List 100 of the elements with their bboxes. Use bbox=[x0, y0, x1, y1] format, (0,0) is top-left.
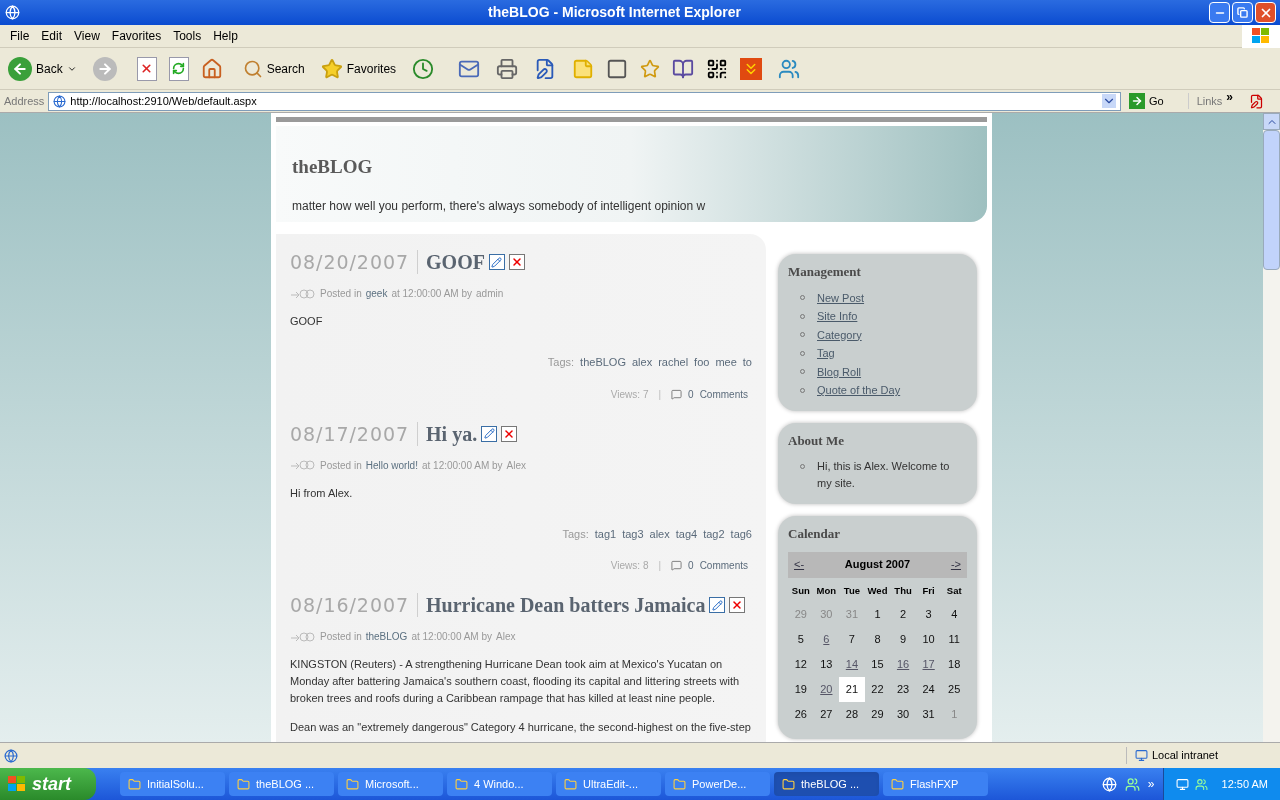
back-button[interactable]: Back bbox=[8, 56, 77, 81]
restore-button[interactable] bbox=[1232, 2, 1253, 23]
calendar-day[interactable]: 14 bbox=[839, 651, 865, 677]
post-title[interactable]: GOOF bbox=[426, 250, 485, 274]
address-field[interactable]: http://localhost:2910/Web/default.aspx bbox=[48, 91, 1121, 111]
previous-month-link[interactable]: <- bbox=[794, 556, 805, 573]
menu-item[interactable]: Tools bbox=[167, 27, 208, 45]
management-link[interactable]: Tag bbox=[817, 345, 835, 362]
download-icon[interactable] bbox=[740, 57, 763, 80]
management-link[interactable]: Category bbox=[817, 326, 862, 343]
post-tag[interactable]: foo bbox=[694, 354, 710, 371]
calendar-day: 30 bbox=[813, 601, 840, 627]
book-icon[interactable] bbox=[672, 57, 695, 80]
close-button[interactable] bbox=[1255, 2, 1276, 23]
minimize-button[interactable] bbox=[1209, 2, 1230, 23]
taskbar-button[interactable]: theBLOG ... bbox=[229, 772, 334, 796]
calendar-day: 22 bbox=[864, 676, 891, 702]
taskbar-button[interactable]: 4 Windo... bbox=[447, 772, 552, 796]
more-button[interactable]: » bbox=[1147, 775, 1155, 793]
calendar-day: 27 bbox=[813, 701, 840, 727]
menu-item[interactable]: Favorites bbox=[105, 27, 168, 45]
calendar-day[interactable]: 17 bbox=[915, 651, 942, 677]
edit-icon[interactable] bbox=[709, 597, 726, 613]
delete-icon[interactable] bbox=[729, 597, 746, 613]
stop-icon[interactable] bbox=[136, 56, 157, 81]
dropdown-icon[interactable] bbox=[1101, 94, 1116, 108]
printer-icon[interactable] bbox=[496, 57, 519, 80]
folder-icon bbox=[237, 777, 250, 791]
vertical-scrollbar[interactable] bbox=[1263, 113, 1280, 742]
users-icon[interactable] bbox=[778, 57, 801, 80]
delete-icon[interactable] bbox=[508, 254, 525, 270]
post-tag[interactable]: alex bbox=[649, 525, 670, 542]
post-time: at 12:00:00 AM by bbox=[391, 287, 472, 301]
ornament-icon bbox=[290, 630, 316, 643]
favorites-button[interactable]: Favorites bbox=[320, 57, 397, 80]
post-tag[interactable]: tag4 bbox=[675, 525, 698, 542]
scrollbar-thumb[interactable] bbox=[1263, 130, 1280, 270]
taskbar-button[interactable]: InitialSolu... bbox=[120, 772, 225, 796]
windows-logo-icon bbox=[1242, 24, 1280, 48]
post-tag[interactable]: rachel bbox=[658, 354, 689, 371]
calendar-day[interactable]: 16 bbox=[890, 651, 916, 677]
management-link[interactable]: New Post bbox=[817, 289, 865, 306]
post-tag[interactable]: alex bbox=[631, 354, 653, 371]
star-icon[interactable] bbox=[640, 58, 661, 79]
qr-code-icon[interactable] bbox=[706, 57, 729, 80]
menu-item[interactable]: Help bbox=[207, 27, 244, 45]
history-icon[interactable] bbox=[412, 57, 435, 80]
delete-icon[interactable] bbox=[501, 425, 518, 442]
ornament-icon bbox=[290, 287, 316, 300]
search-button[interactable]: Search bbox=[242, 58, 305, 79]
next-month-link[interactable]: -> bbox=[950, 556, 961, 573]
management-link[interactable]: Quote of the Day bbox=[817, 382, 901, 399]
post-category[interactable]: geek bbox=[365, 286, 388, 301]
post-category[interactable]: theBLOG bbox=[365, 629, 408, 644]
edit-icon[interactable] bbox=[488, 254, 505, 270]
square-icon[interactable] bbox=[606, 57, 629, 80]
weekday-label: Tue bbox=[842, 583, 861, 598]
page-icon bbox=[53, 94, 67, 108]
refresh-icon[interactable] bbox=[168, 56, 189, 81]
taskbar-button[interactable]: FlashFXP bbox=[883, 772, 988, 796]
calendar-day[interactable]: 20 bbox=[813, 676, 840, 702]
post-title[interactable]: Hi ya. bbox=[426, 421, 478, 446]
comments-link[interactable]: Comments bbox=[699, 386, 748, 402]
calendar-day: 29 bbox=[788, 601, 814, 627]
calendar-day: 19 bbox=[788, 676, 814, 702]
post-tag[interactable]: to bbox=[742, 354, 752, 371]
taskbar-button[interactable]: theBLOG ... bbox=[774, 772, 879, 796]
go-button[interactable]: Go bbox=[1124, 92, 1168, 110]
calendar-day: 28 bbox=[839, 701, 865, 727]
menu-item[interactable]: Edit bbox=[35, 27, 69, 45]
post-tag[interactable]: tag2 bbox=[703, 525, 725, 542]
calendar-day: 30 bbox=[890, 701, 916, 727]
menu-item[interactable]: File bbox=[4, 27, 36, 45]
weekday-label: Wed bbox=[866, 583, 889, 598]
post-tag[interactable]: tag1 bbox=[594, 525, 617, 542]
calendar-day: 4 bbox=[941, 601, 967, 627]
taskbar-button[interactable]: PowerDe... bbox=[665, 772, 770, 796]
calendar-day[interactable]: 6 bbox=[813, 626, 840, 652]
edit-icon[interactable] bbox=[481, 425, 498, 442]
post-tag[interactable]: tag6 bbox=[730, 525, 752, 542]
comments-link[interactable]: Comments bbox=[699, 558, 748, 573]
taskbar-button[interactable]: UltraEdit-... bbox=[556, 772, 661, 796]
panel-title: Calendar bbox=[788, 525, 841, 543]
post-tag[interactable]: theBLOG bbox=[580, 354, 626, 371]
more-links-button[interactable]: » bbox=[1226, 88, 1233, 106]
post-tag[interactable]: mee bbox=[715, 354, 737, 371]
home-icon[interactable] bbox=[200, 57, 223, 80]
taskbar-button[interactable]: Microsoft... bbox=[338, 772, 443, 796]
blog-title[interactable]: theBLOG bbox=[292, 152, 971, 182]
start-button[interactable]: start bbox=[0, 768, 96, 800]
management-link[interactable]: Site Info bbox=[817, 308, 858, 325]
menu-item[interactable]: View bbox=[68, 27, 106, 45]
users-icon[interactable] bbox=[1124, 776, 1140, 792]
post-category[interactable]: Hello world! bbox=[365, 457, 418, 473]
post-title[interactable]: Hurricane Dean batters Jamaica bbox=[426, 593, 706, 617]
post-tag[interactable]: tag3 bbox=[622, 525, 644, 542]
browser-icon[interactable] bbox=[1101, 776, 1117, 792]
management-link[interactable]: Blog Roll bbox=[817, 363, 862, 380]
links-label[interactable]: Links bbox=[1187, 92, 1223, 110]
pdf-icon[interactable] bbox=[1249, 93, 1264, 109]
